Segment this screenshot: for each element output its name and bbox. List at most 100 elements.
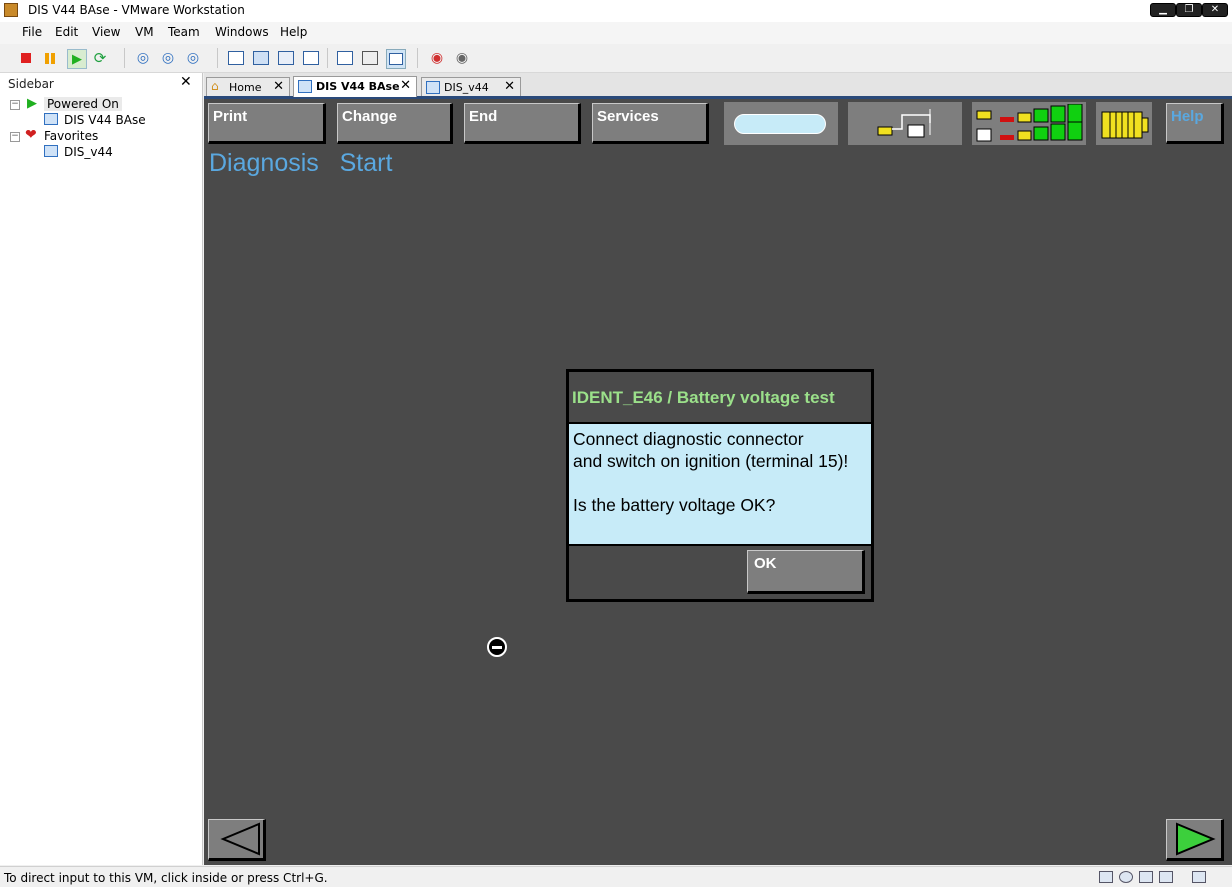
minimize-icon[interactable]: ▁ [1150,3,1176,17]
floppy-icon[interactable] [1139,871,1153,883]
full-screen-icon[interactable] [252,49,270,67]
sidebar-item-dis-v44[interactable]: DIS_v44 [64,145,113,159]
change-button-label: Change [342,108,398,125]
vm-icon [44,145,58,157]
sidebar-close-icon[interactable]: ✕ [180,74,192,90]
window-title: DIS V44 BAse - VMware Workstation [28,3,245,17]
end-button[interactable]: End [464,103,581,144]
battery-indicator[interactable] [724,102,838,145]
connection-indicator[interactable] [848,102,962,145]
power-on-icon[interactable]: ▶ [67,49,87,69]
menu-team[interactable]: Team [168,25,200,39]
sidebar-group-powered-on[interactable]: Powered On [44,97,122,111]
menu-bar: File Edit View VM Team Windows Help [0,22,1232,44]
vm-icon [426,81,440,94]
snapshot-icon[interactable]: ◎ [134,49,152,67]
toolbar-separator [124,48,125,68]
change-button[interactable]: Change [337,103,453,144]
diagnostic-head-indicator[interactable] [1096,102,1152,145]
sidebar-item-dis-v44-base[interactable]: DIS V44 BAse [64,113,146,127]
tab-dis-v44[interactable]: DIS_v44 ✕ [421,77,521,96]
sidebar-title: Sidebar [8,77,54,91]
toolbar-separator [217,48,218,68]
collapse-icon[interactable]: − [10,100,20,110]
signal-bars-icon [976,104,1083,142]
ok-button[interactable]: OK [747,550,865,594]
toolbar-separator [417,48,418,68]
dialog-title: IDENT_E46 / Battery voltage test [572,388,835,407]
reset-icon[interactable]: ⟳ [91,49,109,67]
network-icon[interactable] [1159,871,1173,883]
collapse-icon[interactable]: − [10,132,20,142]
powered-on-icon: ▶ [27,96,37,111]
suspend-icon[interactable] [41,49,59,67]
tab-home[interactable]: ⌂ Home ✕ [206,77,290,96]
close-icon[interactable]: ✕ [1202,3,1228,17]
team-settings-icon[interactable]: ◉ [453,49,471,67]
hard-disk-icon[interactable] [1099,871,1113,883]
unity-icon[interactable] [302,49,320,67]
dialog-message-line: and switch on ignition (terminal 15)! [573,451,849,471]
menu-view[interactable]: View [92,25,120,39]
status-bar: To direct input to this VM, click inside… [0,866,1232,887]
menu-edit[interactable]: Edit [55,25,78,39]
restore-icon[interactable]: ❐ [1176,3,1202,17]
power-off-icon[interactable] [17,49,35,67]
dialog-message-line: Connect diagnostic connector [573,429,804,449]
tab-label: DIS_v44 [444,81,489,94]
close-tab-icon[interactable]: ✕ [273,79,284,94]
console-view-icon[interactable] [386,49,406,69]
battery-test-dialog: IDENT_E46 / Battery voltage test Connect… [566,369,874,602]
page-heading: Diagnosis Start [209,149,393,177]
vm-console[interactable]: Print Change End Services Help Diagnosis… [204,99,1232,865]
signal-strength-indicator[interactable] [972,102,1086,145]
dialog-title-bar: IDENT_E46 / Battery voltage test [569,372,871,422]
message-log-icon[interactable] [1192,871,1206,883]
tab-dis-v44-base[interactable]: DIS V44 BAse ✕ [293,76,417,97]
team-power-icon[interactable]: ◉ [428,49,446,67]
tab-label: Home [229,81,262,94]
revert-snapshot-icon[interactable]: ◎ [159,49,177,67]
vm-icon [44,113,58,125]
menu-vm[interactable]: VM [135,25,154,39]
sidebar-group-favorites[interactable]: Favorites [44,129,98,143]
battery-icon [734,114,826,134]
view-console-icon[interactable] [227,49,245,67]
print-button[interactable]: Print [208,103,326,144]
quick-switch-icon[interactable] [277,49,295,67]
cd-rom-icon[interactable] [1119,871,1133,883]
tab-bar: ⌂ Home ✕ DIS V44 BAse ✕ DIS_v44 ✕ [204,73,1232,99]
home-icon: ⌂ [211,79,219,93]
close-tab-icon[interactable]: ✕ [400,78,411,93]
dialog-question: Is the battery voltage OK? [573,495,776,515]
ok-button-label: OK [754,555,777,572]
print-button-label: Print [213,108,248,125]
end-button-label: End [469,108,498,125]
dialog-body: Connect diagnostic connector and switch … [569,424,871,544]
view-summary-icon[interactable] [336,49,354,67]
sidebar: Sidebar ✕ − ▶ Powered On DIS V44 BAse − … [0,73,203,865]
close-tab-icon[interactable]: ✕ [504,79,515,94]
title-bar: DIS V44 BAse - VMware Workstation ▁ ❐ ✕ [0,0,1232,22]
toolbar: ▶ ⟳ ◎ ◎ ◎ ◉ ◉ [0,44,1232,73]
vm-icon [298,80,312,93]
menu-help[interactable]: Help [280,25,307,39]
services-button[interactable]: Services [592,103,709,144]
help-button[interactable]: Help [1166,103,1224,144]
back-arrow-icon [220,822,260,856]
toolbar-separator [327,48,328,68]
forward-arrow-icon [1176,822,1216,856]
view-appliance-icon[interactable] [361,49,379,67]
tab-label: DIS V44 BAse [316,80,400,93]
vmware-app-icon [4,3,18,17]
back-button[interactable] [208,819,266,861]
snapshot-manager-icon[interactable]: ◎ [184,49,202,67]
status-text: To direct input to this VM, click inside… [4,871,328,885]
services-button-label: Services [597,108,659,125]
dialog-footer: OK [569,546,871,599]
menu-file[interactable]: File [22,25,42,39]
menu-windows[interactable]: Windows [215,25,269,39]
favorites-heart-icon: ❤ [25,127,37,143]
forward-button[interactable] [1166,819,1224,861]
diagnostic-head-icon [1101,111,1149,139]
